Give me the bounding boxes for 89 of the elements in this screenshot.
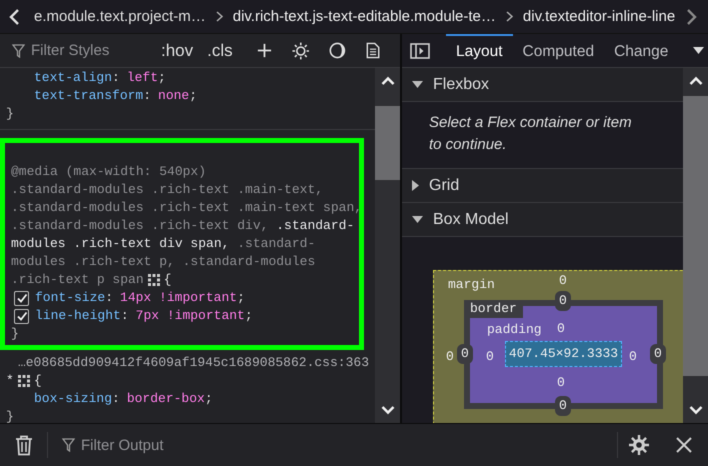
pseudo-class-button[interactable]: :hov	[161, 40, 194, 60]
padding-label: padding	[487, 322, 542, 337]
caret-down-icon	[412, 216, 423, 223]
property-value[interactable]: 7px !important	[136, 307, 245, 325]
chevron-down-icon[interactable]	[688, 405, 702, 415]
chevron-up-icon[interactable]	[380, 76, 394, 86]
border-value[interactable]: 0	[555, 291, 571, 311]
semicolon: ;	[204, 390, 213, 408]
section-header[interactable]: Flexbox	[402, 68, 683, 102]
property-name[interactable]: font-size	[35, 289, 106, 307]
close-icon[interactable]	[676, 437, 692, 453]
scrollbar-thumb[interactable]	[375, 106, 400, 180]
scrollbar[interactable]	[375, 68, 400, 423]
settings-icon[interactable]	[628, 434, 650, 456]
selector-line: .standard-modules .rich-text div, .standard-	[11, 217, 354, 235]
breadcrumb-item[interactable]: div.texteditor-inline-line	[522, 8, 676, 25]
filter-output-field[interactable]: Filter Output	[81, 436, 281, 454]
breadcrumb-item[interactable]: div.rich-text.js-text-editable.module-te…	[232, 8, 496, 25]
checkbox[interactable]	[14, 308, 29, 324]
colon: :	[112, 69, 120, 87]
semicolon: ;	[189, 87, 198, 105]
chevron-right-icon	[216, 11, 223, 22]
close-brace: }	[6, 408, 15, 423]
filter-icon	[12, 44, 25, 58]
open-brace: {	[164, 271, 172, 289]
sidebar-tab[interactable]: Computed	[512, 34, 604, 67]
chevron-down-icon[interactable]	[380, 405, 394, 415]
property-value[interactable]: border-box	[126, 390, 205, 408]
chevron-up-icon[interactable]	[688, 76, 702, 86]
property-name[interactable]: text-transform	[34, 87, 144, 105]
selector-line: *	[6, 372, 14, 390]
selector-line: modules .rich-text p, .standard-modules	[11, 253, 316, 271]
section-header[interactable]: Grid	[402, 169, 683, 203]
selector-line: modules .rich-text div span, .standard-	[11, 235, 316, 253]
media-query: @media (max-width: 540px)	[11, 163, 208, 181]
sidebar-toggle-icon[interactable]	[410, 42, 430, 58]
breadcrumb-item[interactable]: e.module.text.project-m…	[34, 8, 206, 25]
content-size[interactable]: 407.45×92.3333	[505, 341, 622, 367]
chevron-right-icon	[506, 11, 513, 22]
chevron-left-icon[interactable]	[8, 8, 20, 26]
margin-label: margin	[448, 277, 495, 292]
margin-value[interactable]: 0	[446, 349, 454, 364]
colon: :	[120, 307, 129, 325]
contrast-icon[interactable]	[329, 41, 346, 60]
plus-icon[interactable]	[256, 42, 272, 59]
scrollbar[interactable]	[683, 68, 708, 423]
property-value[interactable]: 14px !important	[120, 289, 238, 307]
section-header[interactable]: Box Model	[402, 203, 683, 237]
colon: :	[112, 390, 120, 408]
property-name[interactable]: box-sizing	[34, 390, 112, 408]
trash-icon[interactable]	[15, 434, 33, 456]
padding-value[interactable]: 0	[486, 349, 494, 364]
padding-value[interactable]: 0	[557, 321, 565, 336]
caret-right-icon	[412, 180, 419, 191]
property-value[interactable]: none	[158, 87, 190, 105]
close-brace: }	[11, 325, 20, 343]
semicolon: ;	[158, 69, 166, 87]
grid-icon[interactable]	[18, 375, 30, 387]
open-brace: {	[34, 372, 42, 390]
filter-icon	[62, 438, 75, 452]
border-value[interactable]: 0	[650, 344, 666, 364]
semicolon: ;	[237, 289, 245, 307]
colon: :	[143, 87, 152, 105]
selector-line: .standard-modules .rich-text .main-text,	[11, 181, 324, 199]
padding-value[interactable]: 0	[557, 375, 565, 390]
scrollbar-thumb[interactable]	[683, 96, 708, 376]
document-icon[interactable]	[366, 41, 380, 60]
margin-value[interactable]: 0	[559, 273, 567, 288]
border-value[interactable]: 0	[555, 396, 571, 416]
selector-line: .rich-text p span	[11, 271, 144, 289]
sidebar-tab[interactable]: Change	[604, 34, 678, 67]
sun-icon[interactable]	[292, 40, 310, 60]
pseudo-class-button[interactable]: .cls	[207, 40, 233, 60]
property-name[interactable]: text-align	[34, 69, 112, 87]
property-value[interactable]: left	[126, 69, 158, 87]
grid-icon[interactable]	[148, 274, 160, 286]
border-value[interactable]: 0	[457, 344, 473, 364]
property-name[interactable]: line-height	[35, 307, 121, 325]
selector-line: .standard-modules .rich-text .main-text span,	[11, 199, 362, 217]
filter-styles-field[interactable]: Filter Styles	[31, 42, 161, 59]
padding-value[interactable]: 0	[629, 349, 637, 364]
close-brace: }	[6, 105, 15, 123]
caret-down-icon	[412, 81, 423, 88]
border-label: border	[470, 301, 523, 318]
semicolon: ;	[244, 307, 253, 325]
dropdown-caret-icon[interactable]	[693, 47, 704, 54]
checkbox[interactable]	[14, 290, 29, 306]
colon: :	[105, 289, 114, 307]
stylesheet-link[interactable]: …e08685dd909412f4609af1945c1689085862.css:363	[6, 350, 369, 372]
